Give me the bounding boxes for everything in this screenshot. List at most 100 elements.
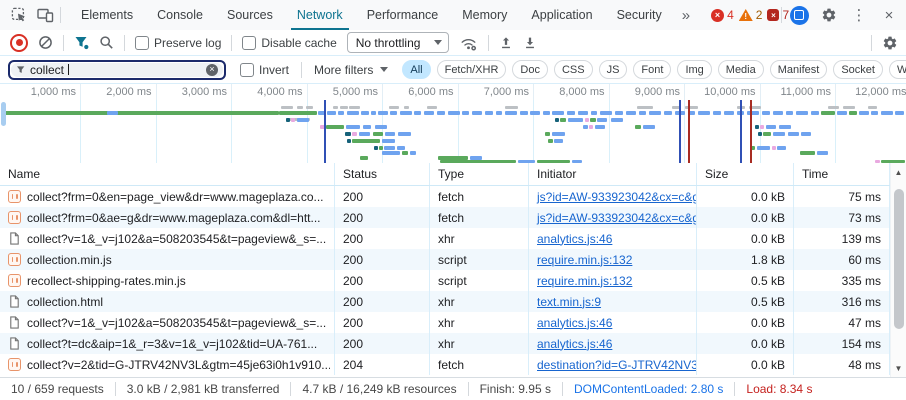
column-header-type[interactable]: Type (430, 163, 529, 185)
initiator-link[interactable]: analytics.js:46 (537, 337, 612, 351)
initiator-link[interactable]: require.min.js:132 (537, 274, 632, 288)
search-icon[interactable] (99, 35, 114, 50)
invert-checkbox[interactable]: Invert (240, 62, 289, 77)
waterfall-bar (472, 111, 482, 115)
waterfall-bar (378, 111, 388, 115)
timeline-label: 2,000 ms (106, 86, 152, 98)
vertical-scrollbar[interactable]: ▲ ▼ (890, 163, 906, 377)
filter-chip-css[interactable]: CSS (553, 60, 593, 79)
warnings-badge[interactable]: ! 2 (738, 8, 762, 22)
waterfall-bar (554, 139, 563, 143)
disable-cache-checkbox[interactable]: Disable cache (242, 35, 337, 50)
error-icon: × (711, 8, 725, 22)
filter-chip-font[interactable]: Font (633, 60, 672, 79)
request-row[interactable]: collect?frm=0&en=page_view&dr=www.magepl… (0, 186, 890, 207)
initiator-link[interactable]: require.min.js:132 (537, 253, 632, 267)
filter-chip-fetch-xhr[interactable]: Fetch/XHR (436, 60, 507, 79)
tab-security[interactable]: Security (605, 0, 674, 30)
scrollbar-thumb[interactable] (893, 189, 904, 329)
tab-sources[interactable]: Sources (215, 0, 285, 30)
settings-gear-icon[interactable] (816, 2, 842, 28)
request-initiator-cell: require.min.js:132 (529, 270, 697, 291)
request-row[interactable]: collection.min.js 200 script require.min.js… (0, 249, 890, 270)
scroll-down-arrow-icon[interactable]: ▼ (891, 361, 906, 375)
network-conditions-icon[interactable] (459, 35, 478, 51)
request-row[interactable]: collect?frm=0&ae=g&dr=www.mageplaza.com&… (0, 207, 890, 228)
filter-chip-socket[interactable]: Socket (833, 60, 883, 79)
close-devtools-icon[interactable]: × (876, 2, 902, 28)
import-har-icon[interactable] (499, 36, 513, 50)
filter-chip-all[interactable]: All (402, 60, 431, 79)
page-event-line (750, 100, 752, 163)
blue-circle-icon[interactable] (786, 2, 812, 28)
initiator-link[interactable]: analytics.js:46 (537, 316, 612, 330)
waterfall-bar (796, 111, 808, 115)
kebab-menu-icon[interactable]: ⋮ (846, 2, 872, 28)
request-row[interactable]: collect?v=1&_v=j102&a=508203545&t=pagevi… (0, 228, 890, 249)
tab-elements[interactable]: Elements (69, 0, 145, 30)
request-size-cell: 0.0 kB (697, 312, 794, 333)
request-row[interactable]: collect?v=1&_v=j102&a=508203545&t=pagevi… (0, 312, 890, 333)
tab-network[interactable]: Network (285, 0, 355, 30)
filter-chip-img[interactable]: Img (677, 60, 712, 79)
column-header-initiator[interactable]: Initiator (529, 163, 697, 185)
request-status-cell: 200 (335, 207, 430, 228)
timeline-ruler[interactable]: 1,000 ms 2,000 ms 3,000 ms 4,000 ms 5,000 ms… (0, 84, 906, 101)
request-row[interactable]: collect?t=dc&aip=1&_r=3&v=1&_v=j102&tid=… (0, 333, 890, 354)
waterfall-bar (615, 111, 623, 115)
devtools-tab-bar: Elements Console Sources Network Performance… (0, 0, 906, 31)
throttling-select[interactable]: No throttling (346, 32, 450, 53)
inspect-element-icon[interactable] (6, 2, 32, 28)
more-filters-button[interactable]: More filters (314, 63, 389, 77)
device-toolbar-icon[interactable] (32, 2, 58, 28)
filter-chip-doc[interactable]: Doc (512, 60, 548, 79)
filter-chip-wasm[interactable]: Wasm (888, 60, 906, 79)
errors-badge[interactable]: × 4 (711, 8, 734, 22)
column-header-name[interactable]: Name (0, 163, 335, 185)
filter-chip-manifest[interactable]: Manifest (769, 60, 828, 79)
initiator-link[interactable]: js?id=AW-933923042&cx=c&g (537, 190, 696, 204)
record-network-log-button[interactable] (10, 33, 28, 52)
waterfall-bar (404, 106, 409, 109)
scroll-up-arrow-icon[interactable]: ▲ (891, 165, 906, 179)
clear-network-log-icon[interactable] (38, 35, 53, 50)
filter-toggle-icon[interactable] (74, 35, 89, 50)
waterfall-bar (881, 111, 893, 115)
export-har-icon[interactable] (523, 36, 537, 50)
waterfall-bar (448, 111, 460, 115)
script-file-icon (8, 358, 21, 371)
waterfall-bar (552, 132, 565, 136)
column-header-time[interactable]: Time (794, 163, 890, 185)
request-row[interactable]: collect?v=2&tid=G-JTRV42NV3L&gtm=45je63i… (0, 354, 890, 375)
filter-input[interactable]: collect × (8, 59, 226, 80)
timeline-label: 5,000 ms (332, 86, 378, 98)
initiator-link[interactable]: js?id=AW-933923042&cx=c&g (537, 211, 696, 225)
request-type-cell: script (430, 270, 529, 291)
more-tabs-button[interactable]: » (674, 7, 697, 24)
filter-chip-js[interactable]: JS (598, 60, 628, 79)
tab-memory[interactable]: Memory (450, 0, 519, 30)
waterfall-bar (352, 139, 380, 143)
column-header-size[interactable]: Size (697, 163, 794, 185)
waterfall-bar (2, 111, 279, 115)
request-size-cell: 0.0 kB (697, 228, 794, 249)
request-type-cell: fetch (430, 207, 529, 228)
tab-console[interactable]: Console (145, 0, 215, 30)
overview-scroll-handle[interactable] (1, 102, 6, 126)
tab-application[interactable]: Application (519, 0, 604, 30)
request-size-cell: 0.5 kB (697, 270, 794, 291)
initiator-link[interactable]: destination?id=G-JTRV42NV3L (537, 358, 696, 372)
initiator-link[interactable]: text.min.js:9 (537, 295, 601, 309)
column-header-status[interactable]: Status (335, 163, 430, 185)
network-overview-waterfall[interactable] (0, 100, 906, 164)
tab-performance[interactable]: Performance (355, 0, 451, 30)
network-settings-gear-icon[interactable] (882, 35, 898, 51)
waterfall-bar (837, 111, 847, 115)
request-row[interactable]: collection.html 200 xhr text.min.js:9 0.5 kB… (0, 291, 890, 312)
request-row[interactable]: recollect-shipping-rates.min.js 200 script… (0, 270, 890, 291)
initiator-link[interactable]: analytics.js:46 (537, 232, 612, 246)
clear-filter-icon[interactable]: × (206, 63, 218, 76)
document-file-icon (8, 316, 21, 329)
filter-chip-media[interactable]: Media (717, 60, 764, 79)
preserve-log-checkbox[interactable]: Preserve log (135, 35, 221, 50)
